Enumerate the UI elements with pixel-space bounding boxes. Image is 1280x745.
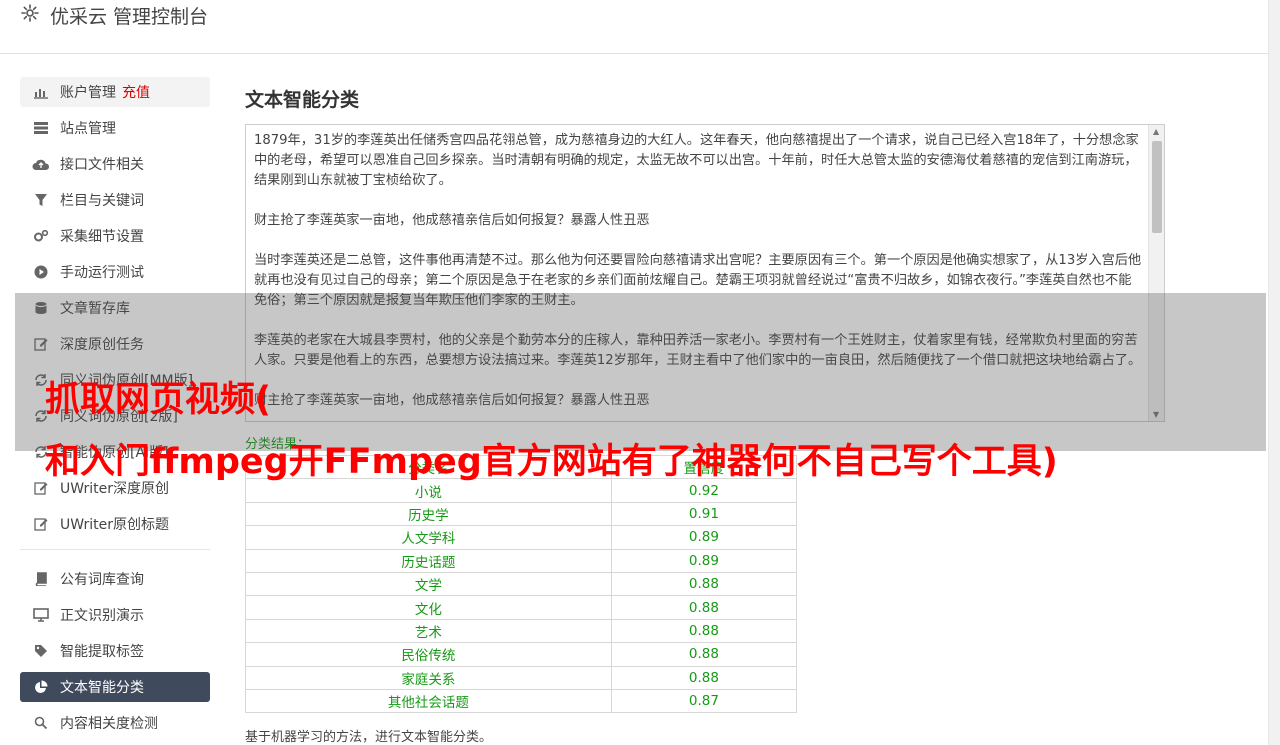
sidebar-item-public-lexicon[interactable]: 公有词库查询 [20,564,210,594]
gears-icon [32,228,50,244]
tag-icon [32,643,50,659]
table-row: 文学 0.88 [245,571,798,597]
console-title: 优采云 管理控制台 [50,6,209,28]
banner-overlay [15,293,1266,451]
sidebar-item-columns-keywords[interactable]: 栏目与关键词 [20,185,210,215]
category-cell: 历史话题 [245,548,612,573]
table-row: 历史学 0.91 [245,501,798,527]
sidebar-item-api-files[interactable]: 接口文件相关 [20,149,210,179]
sidebar-item-label: 手动运行测试 [60,265,144,281]
confidence-cell: 0.92 [610,478,798,503]
confidence-cell: 0.89 [610,548,798,573]
confidence-cell: 0.88 [610,665,798,690]
sidebar-item-sites[interactable]: 站点管理 [20,113,210,143]
sidebar-item-account[interactable]: 账户管理 充值 [20,77,210,107]
page-title: 文本智能分类 [245,89,360,111]
monitor-icon [32,607,50,623]
banner-headline-line1: 抓取网页视频( [45,380,271,420]
category-cell: 文学 [245,571,612,597]
sidebar-divider [20,549,210,550]
category-cell: 历史学 [245,501,612,527]
sidebar-item-text-classification[interactable]: 文本智能分类 [20,672,210,702]
sidebar-item-smart-tags[interactable]: 智能提取标签 [20,636,210,666]
sidebar-item-label: 文本智能分类 [60,680,144,696]
category-cell: 民俗传统 [245,642,612,667]
text-paragraph: 1879年，31岁的李莲英出任储秀宫四品花翎总管，成为慈禧身边的大红人。这年春天… [254,133,1139,188]
sidebar-item-label: 公有词库查询 [60,572,144,588]
recharge-link[interactable]: 充值 [122,82,150,102]
sidebar-item-label: 正文识别演示 [60,608,144,624]
table-row: 历史话题 0.89 [245,548,798,573]
edit-icon [32,480,50,496]
page-scrollbar[interactable] [1268,0,1280,745]
sidebar-item-label: 账户管理 [60,85,116,101]
server-icon [32,120,50,136]
category-cell: 艺术 [245,618,612,644]
pie-chart-icon [32,679,50,695]
table-row: 艺术 0.88 [245,618,798,644]
sidebar-item-uwriter-title[interactable]: UWriter原创标题 [20,509,210,539]
bar-chart-icon [32,84,50,100]
sidebar-item-label: 内容相关度检测 [60,716,158,732]
book-icon [32,571,50,587]
confidence-cell: 0.88 [610,618,798,644]
category-cell: 其他社会话题 [245,688,612,714]
confidence-cell: 0.89 [610,525,798,550]
play-circle-icon [32,264,50,280]
confidence-cell: 0.88 [610,571,798,597]
filter-icon [32,192,50,208]
edit-icon [32,516,50,532]
table-row: 文化 0.88 [245,595,798,620]
confidence-cell: 0.88 [610,642,798,667]
banner-headline-line2: 和入门ffmpeg开FFmpeg官方网站有了神器何不自己写个工具) [45,442,1058,482]
table-row: 人文学科 0.89 [245,525,798,550]
cloud-upload-icon [32,156,50,172]
table-row: 民俗传统 0.88 [245,642,798,667]
sidebar-item-label: 接口文件相关 [60,157,144,173]
sidebar-item-label: 站点管理 [60,121,116,137]
sidebar-item-relevance-check[interactable]: 内容相关度检测 [20,708,210,738]
sidebar-item-text-recognition[interactable]: 正文识别演示 [20,600,210,630]
confidence-cell: 0.91 [610,501,798,527]
confidence-cell: 0.87 [610,688,798,714]
sidebar-item-label: 智能提取标签 [60,644,144,660]
table-row: 小说 0.92 [245,478,798,503]
result-table: 分类名 置信度 小说 0.92 历史学 0.91 人文学科 0.89 历史话题 0.89… [245,454,798,714]
sidebar-item-collect-settings[interactable]: 采集细节设置 [20,221,210,251]
sidebar-item-manual-test[interactable]: 手动运行测试 [20,257,210,287]
method-footnote: 基于机器学习的方法，进行文本智能分类。 [245,730,493,745]
top-header: 优采云 管理控制台 [0,0,1268,54]
search-icon [32,715,50,731]
sidebar-item-label: 栏目与关键词 [60,193,144,209]
category-cell: 文化 [245,595,612,620]
gear-icon [21,4,39,22]
table-row: 其他社会话题 0.87 [245,688,798,714]
category-cell: 小说 [245,478,612,503]
sidebar-item-label: 采集细节设置 [60,229,144,245]
category-cell: 人文学科 [245,525,612,550]
table-row: 家庭关系 0.88 [245,665,798,690]
scroll-up-icon[interactable]: ▲ [1153,127,1159,136]
category-cell: 家庭关系 [245,665,612,690]
confidence-cell: 0.88 [610,595,798,620]
scroll-thumb[interactable] [1152,141,1162,233]
sidebar-item-label: UWriter原创标题 [60,517,169,533]
text-paragraph: 财主抢了李莲英家一亩地，他成慈禧亲信后如何报复？暴露人性丑恶 [254,213,650,228]
